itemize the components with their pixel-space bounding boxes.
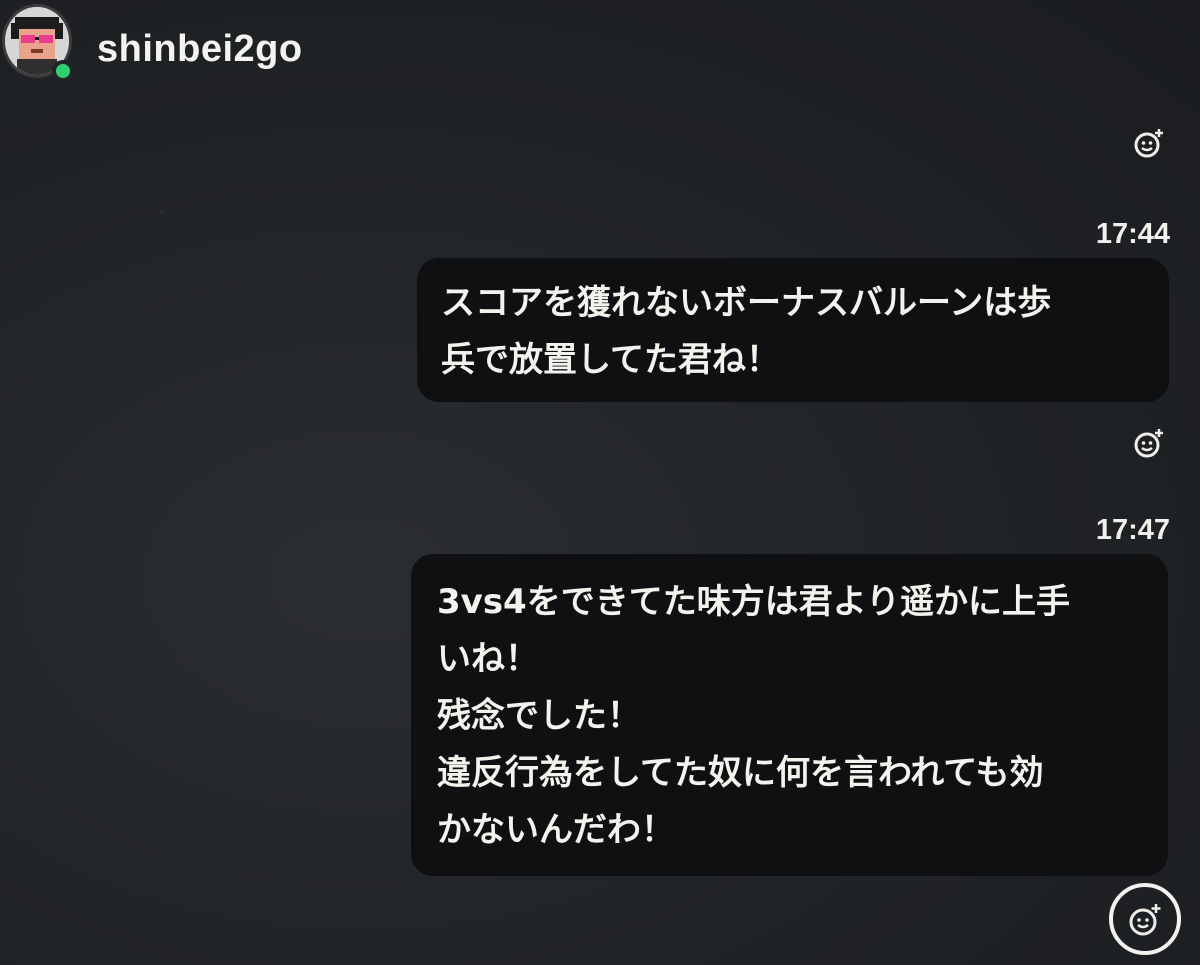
message-bubble[interactable]: スコアを獲れないボーナスバルーンは歩 兵で放置してた君ね！ — [417, 258, 1169, 402]
message-text-line: 残念でした！ — [437, 696, 641, 736]
message-bubble[interactable]: 3vs4をできてた味方は君より遥かに上手 いね！ 残念でした！ 違反行為をしてた… — [411, 554, 1168, 876]
message-timestamp: 17:44 — [1095, 218, 1170, 250]
message-text-line: かないんだわ！ — [437, 810, 675, 850]
message-text-line: 3vs4をできてた味方は君より遥かに上手 — [437, 582, 1071, 622]
chat-header: shinbei2go — [0, 0, 1200, 100]
online-status-indicator — [52, 60, 74, 82]
message-text-line: スコアを獲れないボーナスバルーンは歩 — [441, 283, 1052, 323]
add-reaction-icon[interactable] — [1106, 880, 1184, 958]
message-timestamp: 17:47 — [1095, 514, 1170, 546]
add-reaction-icon[interactable] — [1131, 125, 1167, 161]
message-text-line: 兵で放置してた君ね！ — [441, 340, 780, 380]
message-text-line: 違反行為をしてた奴に何を言われても効 — [437, 753, 1044, 793]
add-reaction-icon[interactable] — [1131, 425, 1167, 461]
screen-dust-speck — [160, 210, 164, 214]
message-text-line: いね！ — [437, 639, 539, 679]
username[interactable]: shinbei2go — [97, 28, 303, 71]
